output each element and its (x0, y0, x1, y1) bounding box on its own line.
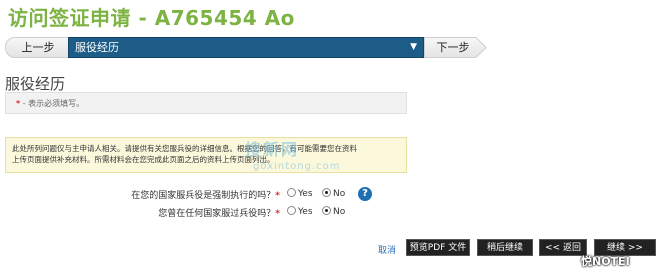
question-2-no-option[interactable]: No (319, 206, 345, 217)
info-box: 此处所列问题仅与主申请人相关。请提供有关您服兵役的详细信息。根据您的回答，有可能… (5, 137, 407, 173)
question-label: 您曾在任何国家服过兵役吗？* (158, 209, 280, 219)
wizard-nav: 上一步 服役经历 ▼ 下一步 (5, 37, 487, 58)
info-line-2: 上传页面提供补充材料。所需材料会在您完成此页面之后的资料上传页面列出。 (12, 155, 275, 164)
question-served-military: 您曾在任何国家服过兵役吗？* (100, 206, 280, 220)
chevron-down-icon: ▼ (410, 42, 417, 52)
no-label: No (333, 189, 346, 199)
help-icon[interactable]: ? (358, 187, 372, 201)
required-note-text: - 表示必须填写。 (20, 99, 85, 108)
required-note: * - 表示必须填写。 (5, 92, 407, 114)
no-radio[interactable] (322, 206, 331, 215)
prev-step-button[interactable]: 上一步 (5, 37, 71, 58)
question-mandatory-service: 在您的国家服兵役是强制执行的吗？* (100, 188, 280, 202)
yes-radio[interactable] (287, 206, 296, 215)
step-select-value: 服役经历 (75, 41, 119, 54)
no-label: No (333, 207, 346, 217)
question-label: 在您的国家服兵役是强制执行的吗？* (131, 191, 280, 201)
yes-label: Yes (298, 207, 313, 217)
next-step-label: 下一步 (436, 41, 470, 54)
question-2-yes-option[interactable]: Yes (284, 206, 313, 217)
preview-pdf-button[interactable]: 预览PDF 文件 (406, 239, 470, 256)
corner-watermark: 悦NOTEI (581, 255, 630, 268)
question-1-yes-option[interactable]: Yes (284, 188, 313, 199)
yes-radio[interactable] (287, 188, 296, 197)
section-title: 服役经历 (5, 75, 66, 93)
page-title: 访问签证申请 - A765454 Ao (8, 6, 295, 30)
no-radio[interactable] (322, 188, 331, 197)
question-1-no-option[interactable]: No (319, 188, 345, 199)
back-button[interactable]: << 返回 (539, 239, 587, 256)
step-select[interactable]: 服役经历 ▼ (68, 37, 424, 58)
yes-label: Yes (298, 189, 313, 199)
info-line-1: 此处所列问题仅与主申请人相关。请提供有关您服兵役的详细信息。根据您的回答，有可能… (12, 144, 357, 153)
save-later-button[interactable]: 稍后继续 (477, 239, 533, 256)
cancel-link[interactable]: 取消 (378, 243, 396, 256)
next-step-button[interactable]: 下一步 (424, 37, 487, 58)
